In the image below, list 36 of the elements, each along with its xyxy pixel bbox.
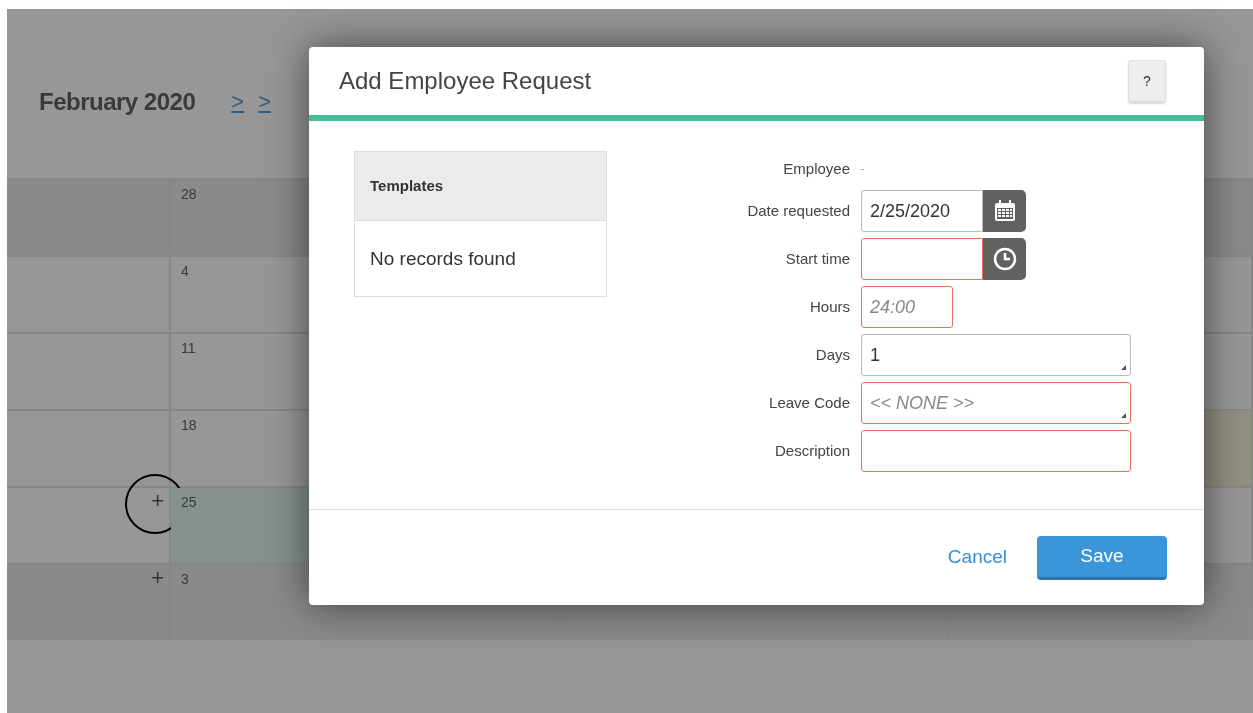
field-label: Hours xyxy=(809,296,850,317)
empty-message: No records found xyxy=(369,247,517,271)
next-link[interactable]: > xyxy=(231,85,245,118)
time-field[interactable] xyxy=(861,238,983,280)
day-number: 25 xyxy=(181,493,197,512)
day-number: 4 xyxy=(181,262,189,281)
field-label: Description xyxy=(773,440,850,461)
resize-grip-icon xyxy=(1121,413,1126,418)
calendar-button[interactable] xyxy=(983,190,1026,232)
field-label: Days xyxy=(814,344,850,365)
day-number: 28 xyxy=(181,185,197,204)
help-button[interactable]: ? xyxy=(1128,60,1166,102)
hours-field[interactable]: 24:00 xyxy=(861,286,953,328)
add-button[interactable]: + xyxy=(149,567,166,589)
field-label: Start time xyxy=(784,248,850,269)
next-link[interactable]: > xyxy=(258,85,271,118)
save-button[interactable]: Save xyxy=(1037,535,1167,580)
dropdown-field[interactable]: << NONE >> xyxy=(861,382,1131,424)
field-label: Leave Code xyxy=(768,392,850,413)
cancel-link[interactable]: Cancel xyxy=(947,543,1007,572)
clock-button[interactable] xyxy=(983,238,1026,280)
day-number: 3 xyxy=(181,570,189,589)
field-label: Employee xyxy=(782,159,850,180)
day-number: 18 xyxy=(181,416,197,435)
dropdown-field[interactable]: 1 xyxy=(861,334,1131,376)
description-field[interactable] xyxy=(861,430,1131,472)
day-number: 11 xyxy=(181,339,196,358)
add-button[interactable]: + xyxy=(149,490,166,512)
templates-header: Templates xyxy=(355,152,606,221)
date-field[interactable]: 2/25/2020 xyxy=(861,190,983,232)
resize-grip-icon xyxy=(1121,365,1126,370)
field-label: Date requested xyxy=(746,200,850,221)
calendar-icon xyxy=(992,199,1017,223)
clock-icon xyxy=(992,247,1017,271)
month-title: February 2020 xyxy=(39,86,196,117)
dialog-title: Add Employee Request xyxy=(339,66,592,96)
